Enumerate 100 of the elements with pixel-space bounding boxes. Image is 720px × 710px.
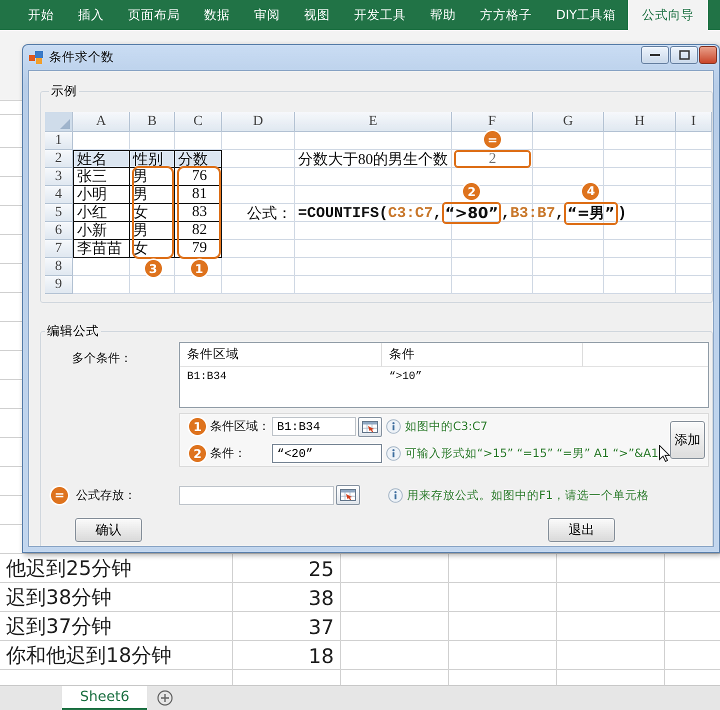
- range-select-icon: [340, 489, 356, 501]
- column-header[interactable]: F: [452, 112, 533, 132]
- ribbon-tab[interactable]: 开始: [16, 0, 66, 30]
- table-cell-text: 迟到37分钟: [5, 613, 112, 640]
- row-header[interactable]: 1: [45, 132, 73, 150]
- table-cell: 82: [175, 222, 222, 240]
- ribbon-tab[interactable]: 公式向导: [628, 0, 708, 30]
- table-cell: 男: [130, 186, 175, 204]
- ribbon-tab[interactable]: 审阅: [242, 0, 292, 30]
- number-badge: =: [484, 131, 501, 148]
- input-field[interactable]: “<20”: [272, 444, 382, 463]
- condition-list[interactable]: 条件区域 条件 B1:B34 “>10”: [179, 342, 709, 408]
- range-picker-button[interactable]: [336, 485, 360, 505]
- table-cell: 分数: [175, 150, 222, 168]
- field-label: 多个条件：: [71, 350, 133, 367]
- column-header[interactable]: E: [295, 112, 452, 132]
- table-cell-text: 分数大于80的男生个数: [297, 150, 449, 168]
- number-badge: =: [51, 486, 68, 504]
- table-cell-text: 38: [308, 584, 335, 612]
- list-cell[interactable]: “>10”: [382, 367, 583, 387]
- group-title: 示例: [50, 83, 78, 100]
- table-cell: 姓名: [73, 150, 130, 168]
- table-cell-text: 迟到38分钟: [5, 584, 112, 611]
- add-button[interactable]: 添加: [670, 421, 705, 459]
- table-cell: 小红: [73, 204, 130, 222]
- field-label: 公式存放：: [76, 486, 136, 504]
- column-header[interactable]: B: [130, 112, 175, 132]
- table-cell: 李苗苗: [73, 240, 130, 258]
- maximize-icon: [678, 50, 690, 60]
- add-sheet-icon[interactable]: [157, 690, 174, 706]
- formula-label: 公式：: [246, 204, 293, 222]
- ribbon-tab[interactable]: 页面布局: [116, 0, 192, 30]
- table-cell-text: 37: [308, 614, 335, 640]
- number-badge: 2: [189, 445, 206, 462]
- input-field[interactable]: B1:B34: [272, 417, 356, 436]
- column-header: 条件区域: [180, 343, 382, 367]
- maximize-button[interactable]: [670, 46, 698, 64]
- formula-text: =COUNTIFS(C3:C7, “>80” ,B3:B7, “=男” ): [295, 204, 630, 222]
- group-title: 编辑公式: [46, 323, 100, 340]
- number-badge: 2: [463, 183, 480, 200]
- table-cell: 小新: [73, 222, 130, 240]
- field-label: 条件区域：: [210, 418, 271, 435]
- column-header[interactable]: C: [175, 112, 222, 132]
- number-badge: 1: [189, 418, 206, 435]
- confirm-button[interactable]: 确认: [75, 518, 142, 542]
- range-picker-button[interactable]: [358, 416, 382, 436]
- row-header[interactable]: 2: [45, 150, 73, 168]
- row-header[interactable]: 8: [45, 258, 73, 276]
- number-badge: 3: [144, 260, 162, 277]
- exit-button[interactable]: 退出: [548, 518, 615, 542]
- ribbon-tab[interactable]: DIY工具箱: [544, 0, 628, 30]
- info-icon: [388, 488, 403, 502]
- hint-text: 如图中的C3:C7: [405, 419, 488, 434]
- row-header[interactable]: 4: [45, 186, 73, 204]
- row-header[interactable]: 3: [45, 168, 73, 186]
- column-header[interactable]: I: [676, 112, 712, 132]
- minimize-icon: [650, 53, 660, 57]
- info-icon: [386, 446, 401, 461]
- table-cell: 小明: [73, 186, 130, 204]
- app-icon: [29, 51, 43, 64]
- table-cell: 性别: [130, 150, 175, 168]
- ribbon-tab[interactable]: 插入: [66, 0, 116, 30]
- sheet-tab[interactable]: Sheet6: [62, 686, 148, 710]
- window-title: 条件求个数: [49, 49, 114, 66]
- range-select-icon: [362, 420, 378, 432]
- table-cell-text: 18: [308, 642, 335, 670]
- ribbon-tab[interactable]: 数据: [192, 0, 242, 30]
- ribbon-tab[interactable]: 帮助: [418, 0, 468, 30]
- table-cell: 女: [130, 204, 175, 222]
- number-badge: 4: [582, 182, 600, 200]
- table-cell: 张三: [73, 168, 130, 186]
- column-header: 条件: [382, 343, 583, 367]
- column-header[interactable]: G: [533, 112, 604, 132]
- ribbon-tab[interactable]: 开发工具: [342, 0, 418, 30]
- row-header[interactable]: 7: [45, 240, 73, 258]
- info-icon: [386, 419, 401, 434]
- number-badge: 1: [190, 260, 208, 277]
- mouse-cursor-icon: [659, 445, 670, 462]
- column-header[interactable]: H: [604, 112, 676, 132]
- table-cell: 83: [175, 204, 222, 222]
- ribbon-tab[interactable]: 方方格子: [468, 0, 544, 30]
- row-header[interactable]: 9: [45, 276, 73, 294]
- list-cell[interactable]: B1:B34: [180, 367, 382, 387]
- table-cell-text: 你和他迟到18分钟: [5, 642, 172, 669]
- table-cell: 男: [130, 222, 175, 240]
- close-button[interactable]: [699, 46, 717, 64]
- result-cell: 2: [454, 150, 531, 168]
- row-header[interactable]: 5: [45, 204, 73, 222]
- table-cell-text: 25: [308, 556, 335, 582]
- column-header[interactable]: D: [222, 112, 295, 132]
- row-header[interactable]: 6: [45, 222, 73, 240]
- hint-text: 可输入形式如“>15” “=15” “=男” A1 “>”&A1: [405, 446, 658, 461]
- table-cell-text: 他迟到25分钟: [5, 555, 132, 582]
- table-cell: 81: [175, 186, 222, 204]
- field-label: 条件：: [210, 445, 247, 462]
- hint-text: 用来存放公式。如图中的F1，请选一个单元格: [407, 488, 649, 502]
- minimize-button[interactable]: [641, 46, 669, 64]
- input-field[interactable]: [179, 486, 334, 504]
- column-header[interactable]: A: [73, 112, 130, 132]
- ribbon-tab[interactable]: 视图: [292, 0, 342, 30]
